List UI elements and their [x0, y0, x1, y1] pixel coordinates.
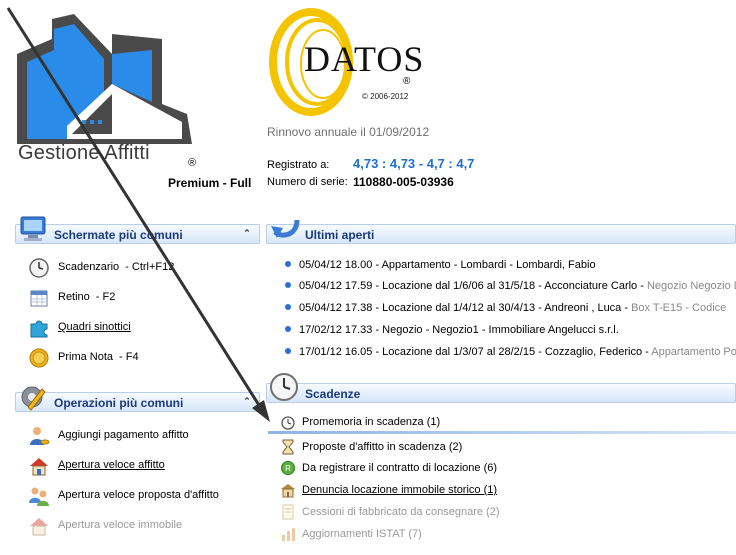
- bullet-icon: [285, 282, 291, 288]
- deadline-proposte-label: Proposte d'affitto in scadenza (2): [302, 441, 463, 453]
- registered-mark: ®: [188, 157, 197, 169]
- op-apertura-affitto-label: Apertura veloce affitto: [58, 459, 165, 471]
- op-aggiungi-pagamento-label: Aggiungi pagamento affitto: [58, 429, 189, 441]
- selection-indicator: [268, 431, 736, 434]
- company-name: DATOS: [304, 39, 425, 79]
- return-arrow-icon: [271, 219, 300, 238]
- bullet-icon: [285, 261, 291, 267]
- serial-label: Numero di serie:: [267, 176, 348, 188]
- common-operations-title: Operazioni più comuni: [54, 396, 184, 410]
- recent-item-text: 17/01/12 16.05 - Locazione dal 1/3/07 al…: [299, 346, 652, 358]
- building-icon: [281, 484, 295, 498]
- recent-item-extra: Box T-E15 - Codice: [631, 302, 727, 314]
- gestione-affitti-logo: [12, 14, 202, 154]
- op-apertura-immobile-label: Apertura veloce immobile: [58, 519, 183, 531]
- registered-value: 4,73 : 4,73 - 4,7 : 4,7: [353, 156, 475, 171]
- collapse-common-screens-button[interactable]: ⌃: [241, 227, 253, 239]
- svg-text:R: R: [285, 464, 291, 473]
- person-coins-icon: [30, 427, 50, 445]
- serial-value: 110880-005-03936: [353, 175, 454, 189]
- deadline-cessioni-label: Cessioni di fabbricato da consegnare (2): [302, 506, 500, 518]
- common-screens-header[interactable]: Schermate più comuni ⌃: [15, 216, 260, 244]
- registered-label: Registrato a:: [267, 159, 330, 171]
- coin-icon: [29, 348, 49, 368]
- hourglass-icon: [282, 439, 294, 455]
- company-registered-mark: ®: [403, 76, 411, 87]
- recent-item[interactable]: 05/04/12 17.59 - Locazione dal 1/6/06 al…: [285, 280, 736, 294]
- nav-quadri-sinottici-label: Quadri sinottici: [58, 321, 131, 333]
- recent-item-extra: Negozio Negozio L: [646, 280, 736, 292]
- copyright: © 2006-2012: [362, 92, 409, 101]
- deadline-registrare-label: Da registrare il contratto di locazione …: [302, 462, 498, 474]
- house-disabled-icon: [30, 518, 48, 536]
- recent-header[interactable]: Ultimi aperti: [266, 219, 736, 244]
- nav-prima-nota-shortcut: - F4: [119, 351, 139, 363]
- deadline-promemoria-label: Promemoria in scadenza (1): [302, 416, 441, 428]
- puzzle-icon: [30, 320, 48, 338]
- clock-icon: [270, 373, 298, 401]
- recent-item[interactable]: 05/04/12 18.00 - Appartamento - Lombardi…: [285, 259, 736, 273]
- alarm-clock-icon: [281, 416, 295, 430]
- document-icon: [282, 504, 294, 520]
- calendar-icon: [30, 290, 48, 307]
- deadlines-title: Scadenze: [305, 387, 361, 401]
- clock-icon: [29, 258, 49, 278]
- app-name: Gestione Affitti: [18, 142, 150, 164]
- nav-retino-shortcut: - F2: [95, 291, 116, 303]
- bullet-icon: [285, 304, 291, 310]
- renewal-text: Rinnovo annuale il 01/09/2012: [267, 125, 430, 139]
- recent-item-text: 05/04/12 17.59 - Locazione dal 1/6/06 al…: [299, 280, 647, 292]
- nav-scadenzario-shortcut: - Ctrl+F12: [125, 261, 175, 273]
- common-screens-title: Schermate più comuni: [54, 228, 183, 242]
- nav-prima-nota-label: Prima Nota: [58, 351, 114, 363]
- common-operations-header[interactable]: Operazioni più comuni ⌃: [15, 386, 260, 412]
- recent-title: Ultimi aperti: [305, 228, 375, 242]
- deadline-denuncia-label: Denuncia locazione immobile storico (1): [302, 484, 498, 496]
- green-circle-icon: R: [281, 461, 295, 475]
- monitor-icon: [20, 216, 46, 241]
- recent-item-text: 05/04/12 18.00 - Appartamento - Lombardi…: [299, 259, 596, 271]
- deadlines-header[interactable]: Scadenze: [266, 373, 736, 403]
- gear-pencil-icon: [21, 386, 46, 411]
- recent-item-text: 17/02/12 17.33 - Negozio - Negozio1 - Im…: [299, 324, 619, 336]
- bullet-icon: [285, 348, 291, 354]
- people-icon: [29, 487, 49, 506]
- collapse-common-operations-button[interactable]: ⌃: [241, 395, 253, 407]
- chart-icon: [282, 528, 295, 541]
- recent-item[interactable]: 17/02/12 17.33 - Negozio - Negozio1 - Im…: [285, 324, 736, 338]
- op-apertura-proposta-label: Apertura veloce proposta d'affitto: [58, 489, 219, 501]
- nav-retino-label: Retino: [58, 291, 90, 303]
- house-icon: [30, 458, 48, 476]
- edition-label: Premium - Full: [168, 176, 252, 190]
- deadline-istat-label: Aggiornamenti ISTAT (7): [302, 528, 422, 540]
- bullet-icon: [285, 326, 291, 332]
- recent-item-text: 05/04/12 17.38 - Locazione dal 1/4/12 al…: [299, 302, 632, 314]
- nav-scadenzario-label: Scadenzario: [58, 261, 120, 273]
- recent-item-extra: Appartamento Po: [651, 346, 736, 358]
- recent-item[interactable]: 17/01/12 16.05 - Locazione dal 1/3/07 al…: [285, 346, 736, 360]
- recent-item[interactable]: 05/04/12 17.38 - Locazione dal 1/4/12 al…: [285, 302, 736, 316]
